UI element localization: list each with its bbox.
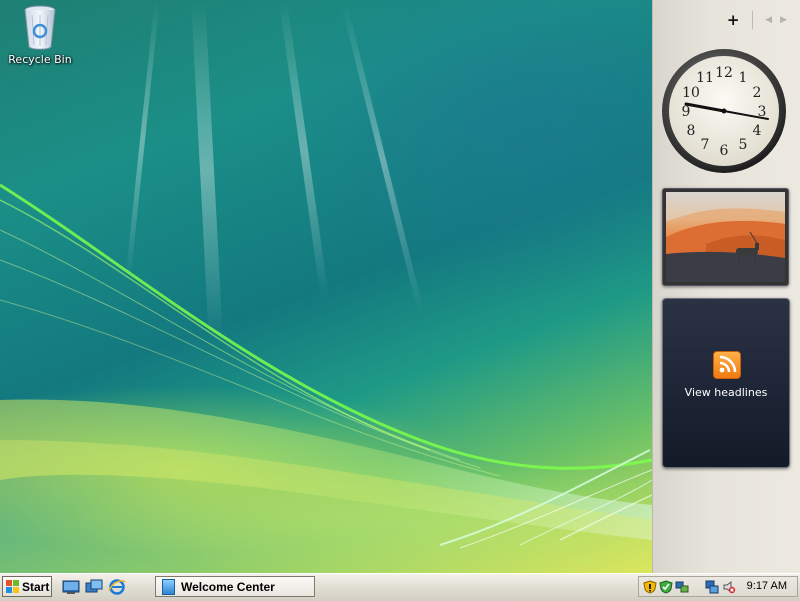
sidebar-controls: + ◀ ▶ xyxy=(726,10,787,30)
taskbar-button-welcome-center[interactable]: Welcome Center xyxy=(155,576,315,597)
clock-numeral: 4 xyxy=(753,123,762,139)
clock-numeral: 7 xyxy=(701,137,710,153)
clock-gadget[interactable]: 12 1 2 3 4 5 6 7 8 9 10 11 xyxy=(660,47,788,175)
clock-numeral: 9 xyxy=(682,104,691,120)
wallpaper-aurora xyxy=(0,0,652,573)
desktop-icon-recycle-bin[interactable]: Recycle Bin xyxy=(8,3,72,66)
slideshow-photo xyxy=(666,192,785,282)
notification-area: 9:17 AM xyxy=(638,576,798,597)
taskbar-clock[interactable]: 9:17 AM xyxy=(747,580,787,592)
clock-numeral: 11 xyxy=(696,70,714,86)
taskbar: Start Welcome Center 9:17 AM xyxy=(0,573,800,601)
clock-numeral: 2 xyxy=(753,85,762,101)
desktop-icon-label: Recycle Bin xyxy=(8,53,72,66)
sidebar-controls-divider xyxy=(752,11,754,29)
start-button-label: Start xyxy=(22,579,50,594)
taskbar-button-label: Welcome Center xyxy=(181,579,275,594)
show-desktop-icon[interactable] xyxy=(62,578,80,596)
clock-center-pin xyxy=(721,108,727,114)
windows-flag-icon xyxy=(6,580,19,593)
clock-numeral: 6 xyxy=(720,143,729,159)
clock-numeral: 5 xyxy=(739,137,748,153)
next-page-button[interactable]: ▶ xyxy=(780,15,787,25)
clock-numeral: 1 xyxy=(739,70,748,86)
previous-page-button[interactable]: ◀ xyxy=(765,15,772,25)
clock-numeral: 8 xyxy=(687,123,696,139)
start-button[interactable]: Start xyxy=(2,576,52,597)
rss-icon xyxy=(713,351,741,379)
security-shield-icon[interactable] xyxy=(659,580,673,594)
switch-windows-icon[interactable] xyxy=(85,578,103,596)
clock-numeral: 12 xyxy=(715,65,733,81)
network-sharing-icon[interactable] xyxy=(675,580,689,594)
feed-headlines-gadget[interactable]: View headlines xyxy=(662,298,790,468)
recycle-bin-icon xyxy=(24,5,56,50)
desktop[interactable]: Recycle Bin xyxy=(0,0,652,573)
warning-shield-icon[interactable] xyxy=(643,580,657,594)
welcome-center-icon xyxy=(162,578,175,595)
network-icon[interactable] xyxy=(705,580,719,594)
internet-explorer-icon[interactable] xyxy=(108,578,126,596)
add-gadget-button[interactable]: + xyxy=(726,10,740,30)
volume-muted-icon[interactable] xyxy=(722,580,736,594)
view-headlines-link[interactable]: View headlines xyxy=(663,386,789,399)
clock-numeral: 10 xyxy=(682,85,700,101)
slideshow-gadget[interactable] xyxy=(662,188,789,286)
